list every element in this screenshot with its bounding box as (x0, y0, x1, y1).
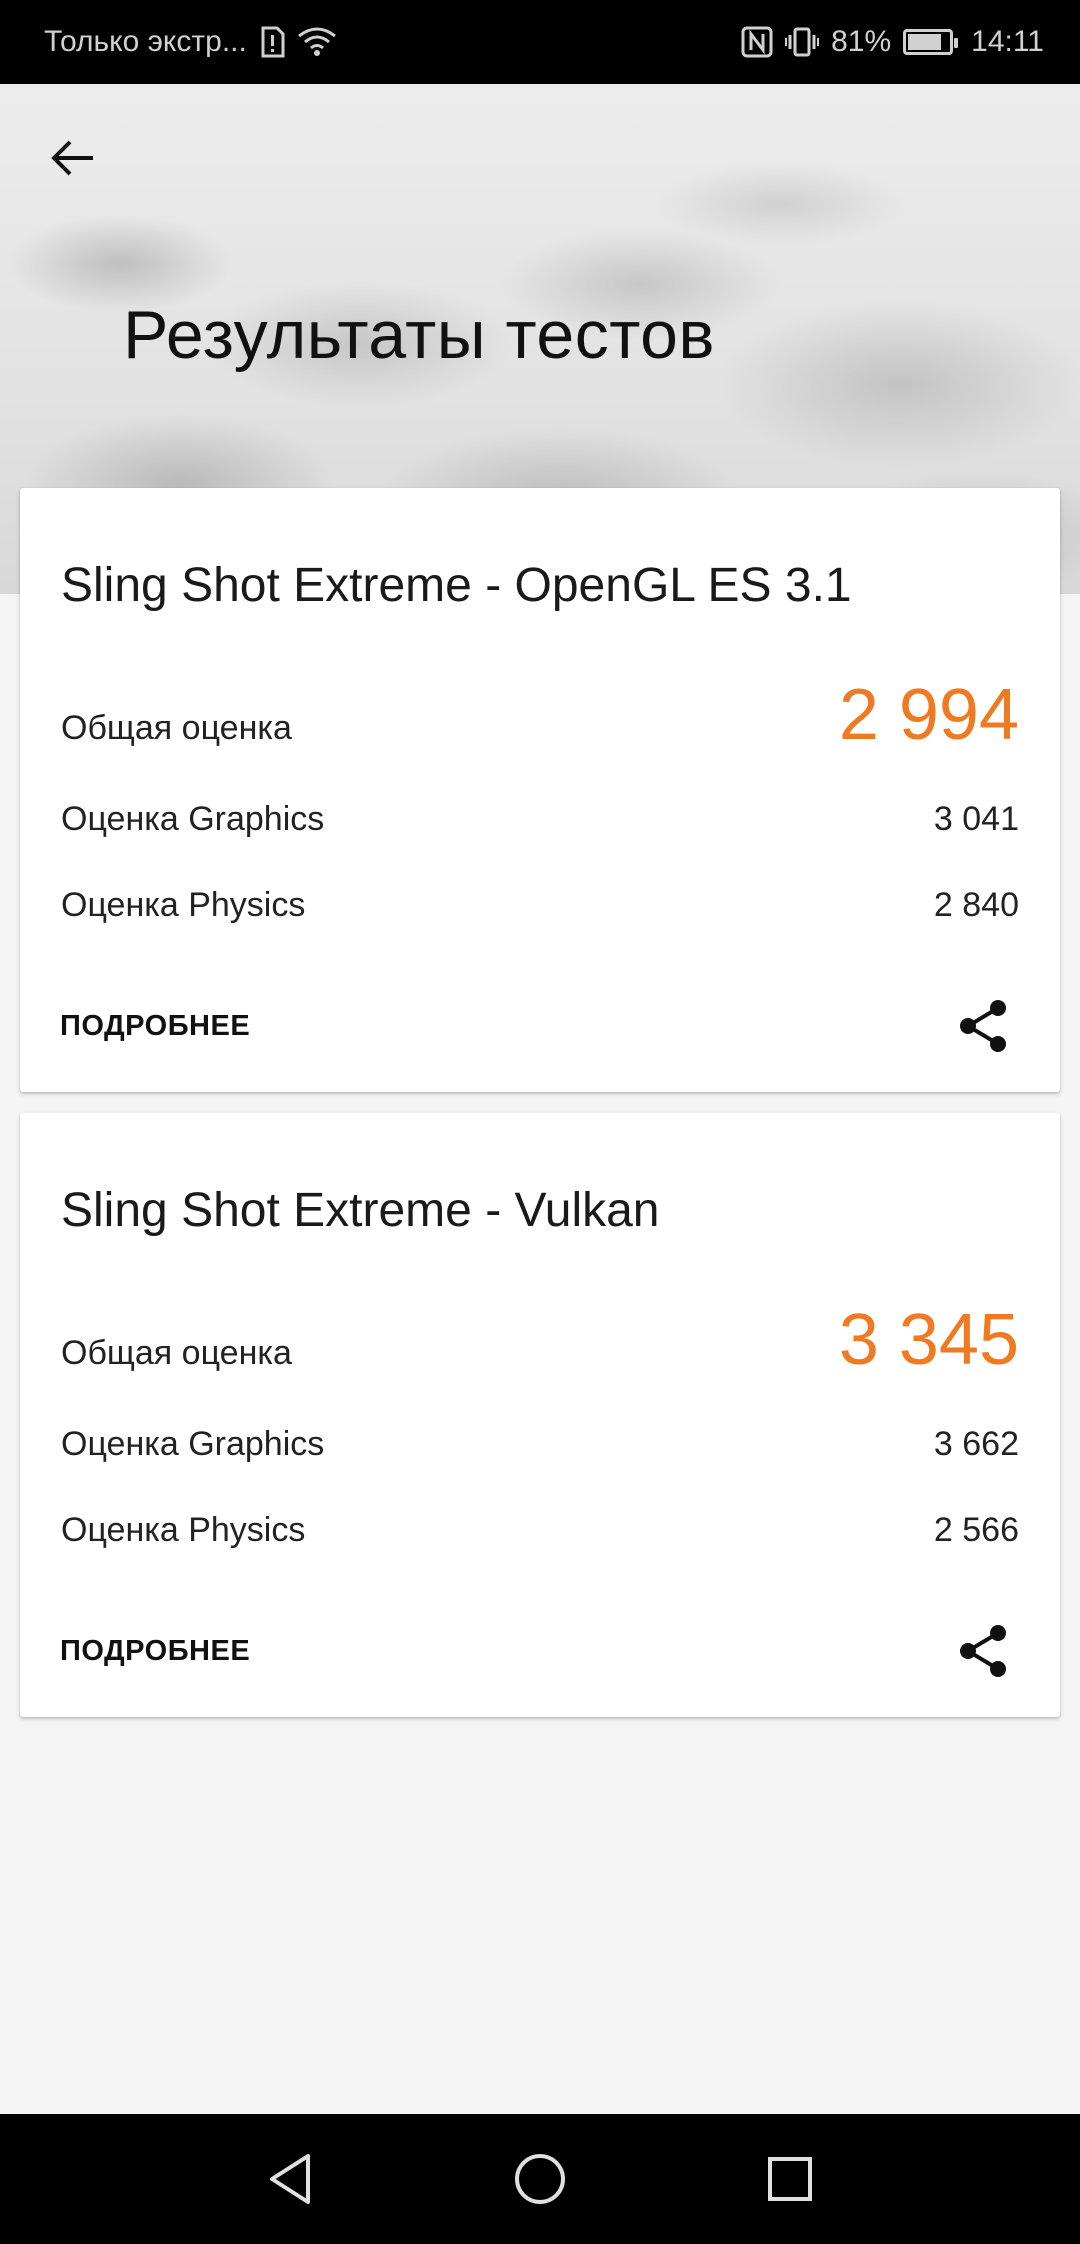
card-footer: ПОДРОБНЕЕ (60, 990, 1020, 1062)
back-button[interactable] (44, 130, 100, 186)
physics-score-label: Оценка Physics (61, 1511, 306, 1549)
physics-score-value: 2 566 (933, 1511, 1019, 1549)
total-score-row: Общая оценка 3 345 (61, 1299, 1019, 1381)
card-title: Sling Shot Extreme - OpenGL ES 3.1 (61, 559, 852, 612)
home-circle-icon (515, 2154, 565, 2204)
nav-home-button[interactable] (510, 2149, 570, 2209)
result-card-opengl: Sling Shot Extreme - OpenGL ES 3.1 Общая… (20, 488, 1060, 1092)
battery-percent: 81% (831, 25, 892, 58)
battery-fill (908, 34, 941, 50)
card-footer: ПОДРОБНЕЕ (60, 1615, 1020, 1687)
physics-score-row: Оценка Physics 2 840 (61, 886, 1019, 925)
share-button[interactable] (948, 1615, 1020, 1687)
graphics-score-label: Оценка Graphics (61, 800, 325, 838)
share-icon (960, 1625, 1006, 1677)
graphics-score-value: 3 041 (933, 800, 1019, 838)
graphics-score-label: Оценка Graphics (61, 1425, 325, 1463)
share-icon (960, 1000, 1006, 1052)
clock: 14:11 (971, 25, 1044, 58)
total-score-value: 2 994 (838, 675, 1019, 755)
wifi-icon (297, 26, 337, 58)
status-left: Только экстр... (44, 25, 337, 59)
status-right: 81% 14:11 (741, 25, 1044, 59)
status-bar: Только экстр... 81% 14:11 (0, 0, 1080, 84)
physics-score-label: Оценка Physics (61, 886, 306, 924)
graphics-score-row: Оценка Graphics 3 662 (61, 1425, 1019, 1464)
graphics-score-value: 3 662 (933, 1425, 1019, 1463)
nav-back-button[interactable] (260, 2149, 320, 2209)
back-triangle-icon (270, 2154, 310, 2204)
details-button[interactable]: ПОДРОБНЕЕ (60, 1635, 250, 1668)
carrier-text: Только экстр... (44, 25, 247, 58)
share-button[interactable] (948, 990, 1020, 1062)
navigation-bar (0, 2114, 1080, 2244)
physics-score-value: 2 840 (933, 886, 1019, 924)
result-card-vulkan: Sling Shot Extreme - Vulkan Общая оценка… (20, 1113, 1060, 1717)
alert-icon (259, 26, 285, 58)
total-score-label: Общая оценка (61, 709, 292, 747)
vibrate-icon (785, 26, 820, 58)
battery-icon (903, 29, 959, 55)
physics-score-row: Оценка Physics 2 566 (61, 1511, 1019, 1550)
card-title: Sling Shot Extreme - Vulkan (61, 1184, 660, 1237)
details-button[interactable]: ПОДРОБНЕЕ (60, 1010, 250, 1043)
total-score-value: 3 345 (838, 1300, 1019, 1380)
total-score-row: Общая оценка 2 994 (61, 674, 1019, 756)
graphics-score-row: Оценка Graphics 3 041 (61, 800, 1019, 839)
arrow-left-icon (51, 140, 93, 176)
nfc-icon (741, 26, 773, 58)
nav-recents-button[interactable] (760, 2149, 820, 2209)
total-score-label: Общая оценка (61, 1334, 292, 1372)
page-title: Результаты тестов (123, 297, 716, 373)
recents-square-icon (768, 2157, 812, 2201)
